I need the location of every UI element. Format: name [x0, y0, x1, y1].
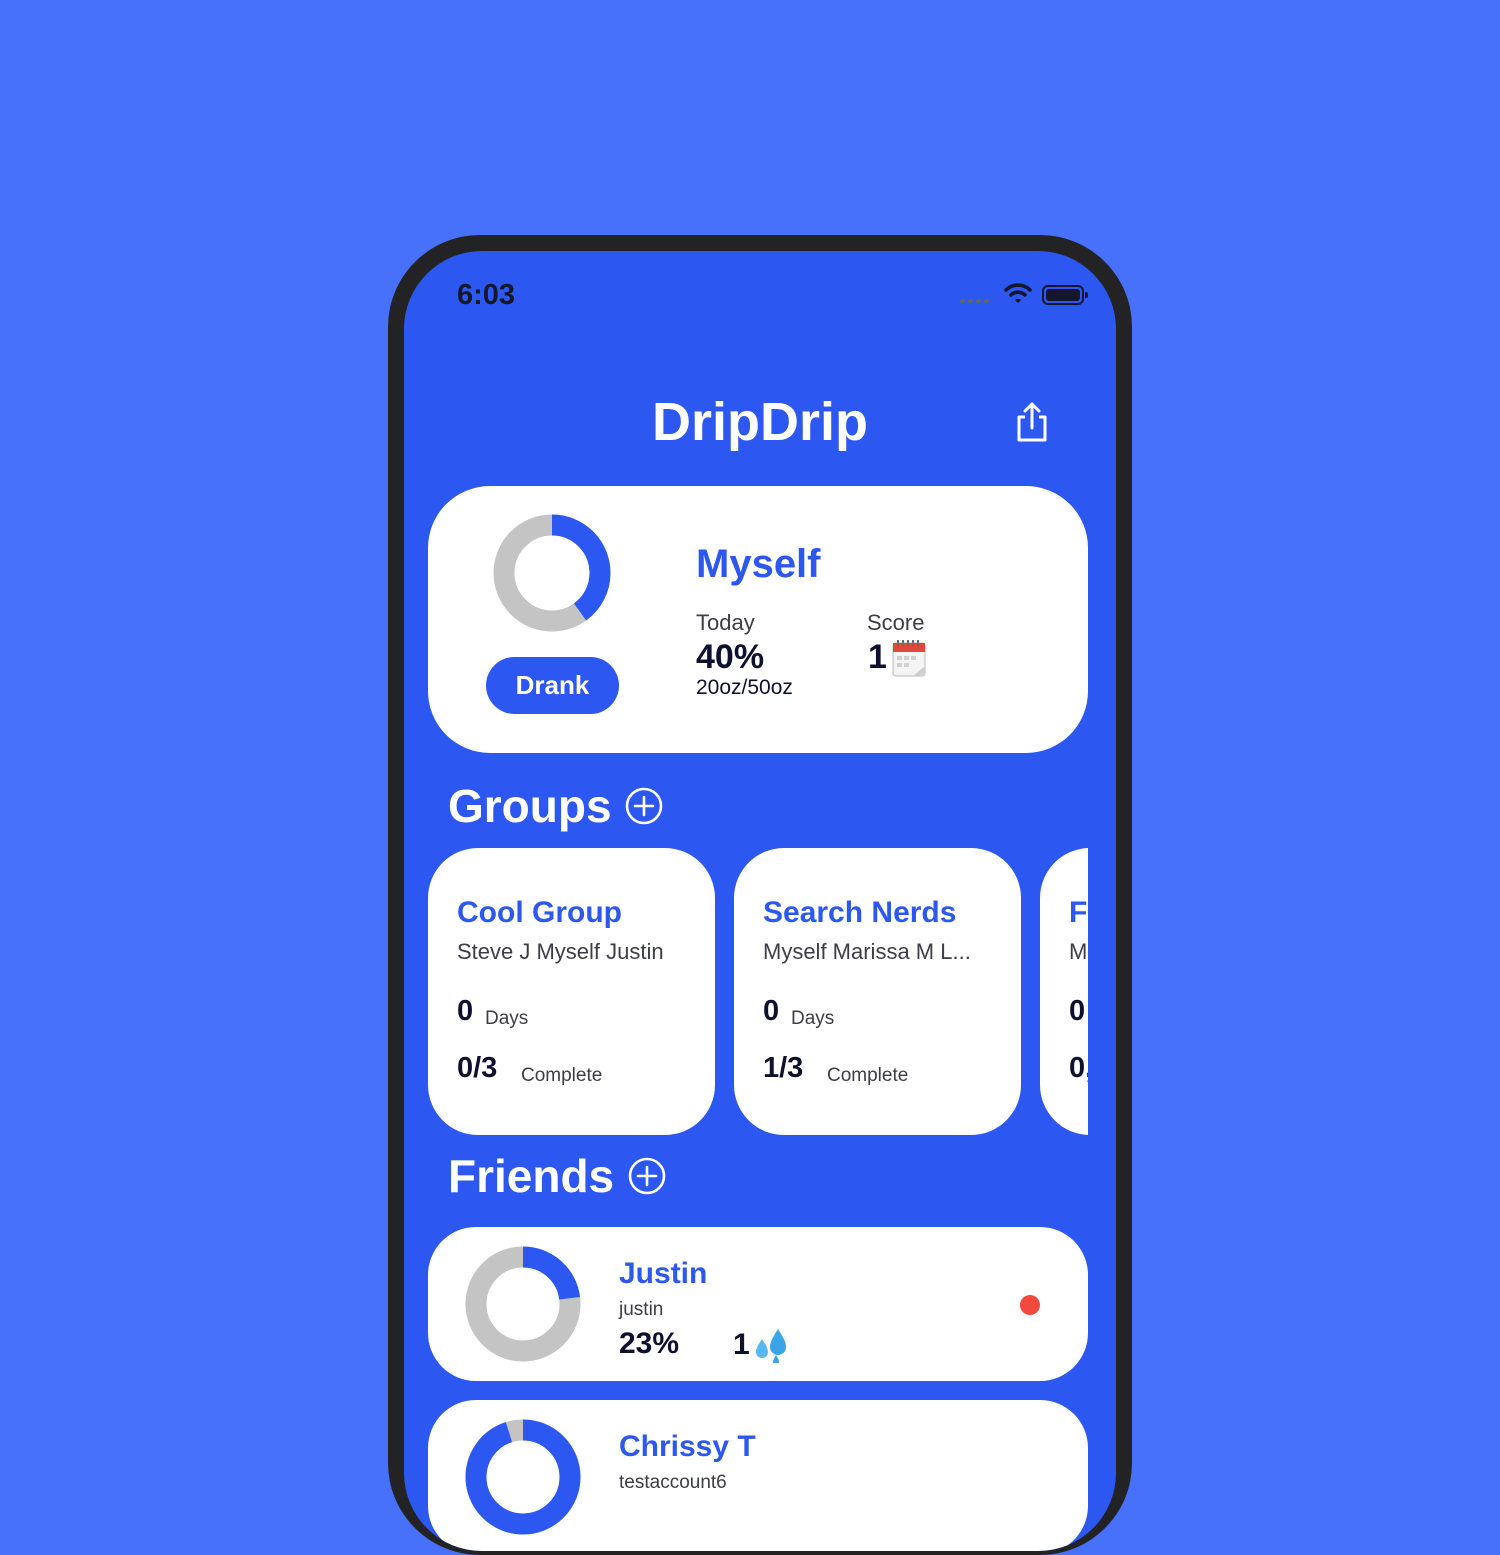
online-status-dot	[1020, 1295, 1040, 1315]
group-complete-label: Complete	[827, 1065, 909, 1086]
myself-progress-ring	[493, 514, 611, 632]
battery-icon	[1042, 285, 1088, 305]
myself-name: Myself	[696, 542, 821, 586]
signal-dots-icon	[960, 299, 994, 303]
friend-name: Chrissy T	[619, 1430, 756, 1463]
friend-card-justin[interactable]: Justin justin 23% 1	[428, 1227, 1088, 1381]
group-days-label: Days	[485, 1008, 529, 1029]
drank-button[interactable]: Drank	[486, 657, 619, 714]
friend-progress-ring	[465, 1419, 581, 1535]
wifi-icon	[1004, 283, 1032, 303]
group-days-label: Days	[791, 1008, 835, 1029]
group-members: Myself Marissa M L...	[763, 939, 971, 964]
today-percent: 40%	[696, 638, 765, 676]
droplets-icon	[755, 1329, 786, 1363]
score-value: 1	[868, 638, 887, 676]
group-complete-value: 1/3	[763, 1052, 804, 1084]
app-title: DripDrip	[652, 392, 868, 452]
group-complete-value: 0/3	[457, 1052, 498, 1084]
status-time: 6:03	[457, 279, 516, 311]
friend-progress-ring	[465, 1246, 581, 1362]
friends-title: Friends	[448, 1150, 615, 1202]
group-days-value: 0	[763, 995, 780, 1027]
friend-percent: 23%	[619, 1327, 680, 1360]
group-name: F	[1069, 896, 1088, 929]
friend-name: Justin	[619, 1257, 708, 1290]
myself-card[interactable]: Drank Myself Today 40% 20oz/50oz Score 1	[428, 486, 1088, 753]
group-complete-value: 0,	[1069, 1052, 1088, 1084]
score-label: Score	[867, 610, 925, 635]
add-group-icon[interactable]	[624, 786, 664, 826]
add-friend-icon[interactable]	[627, 1156, 667, 1196]
friend-card-chrissy-t[interactable]: Chrissy T testaccount6	[428, 1400, 1088, 1551]
calendar-icon	[892, 640, 926, 677]
group-card-clip: F M 0 0,	[1040, 848, 1088, 1135]
group-name: Search Nerds	[763, 896, 957, 929]
today-amount: 20oz/50oz	[696, 676, 793, 699]
group-card-search-nerds[interactable]: Search Nerds Myself Marissa M L... 0 Day…	[734, 848, 1021, 1135]
share-icon[interactable]	[1014, 401, 1050, 443]
group-complete-label: Complete	[521, 1065, 603, 1086]
group-name: Cool Group	[457, 896, 622, 929]
groups-title: Groups	[448, 780, 612, 832]
group-members: M	[1069, 939, 1088, 964]
friend-streak: 1	[733, 1327, 790, 1363]
group-days-value: 0	[457, 995, 474, 1027]
group-days-value: 0	[1069, 995, 1086, 1027]
friend-streak-value: 1	[733, 1328, 750, 1361]
today-label: Today	[696, 610, 755, 635]
friend-username: testaccount6	[619, 1472, 727, 1493]
group-card-cool-group[interactable]: Cool Group Steve J Myself Justin 0 Days …	[428, 848, 715, 1135]
group-card-partial[interactable]: F M 0 0,	[1040, 848, 1088, 1135]
app-screen: 6:03 DripDrip Drank Myself Today 40% 20o…	[404, 251, 1116, 1551]
friend-username: justin	[619, 1299, 664, 1320]
group-members: Steve J Myself Justin	[457, 939, 664, 964]
